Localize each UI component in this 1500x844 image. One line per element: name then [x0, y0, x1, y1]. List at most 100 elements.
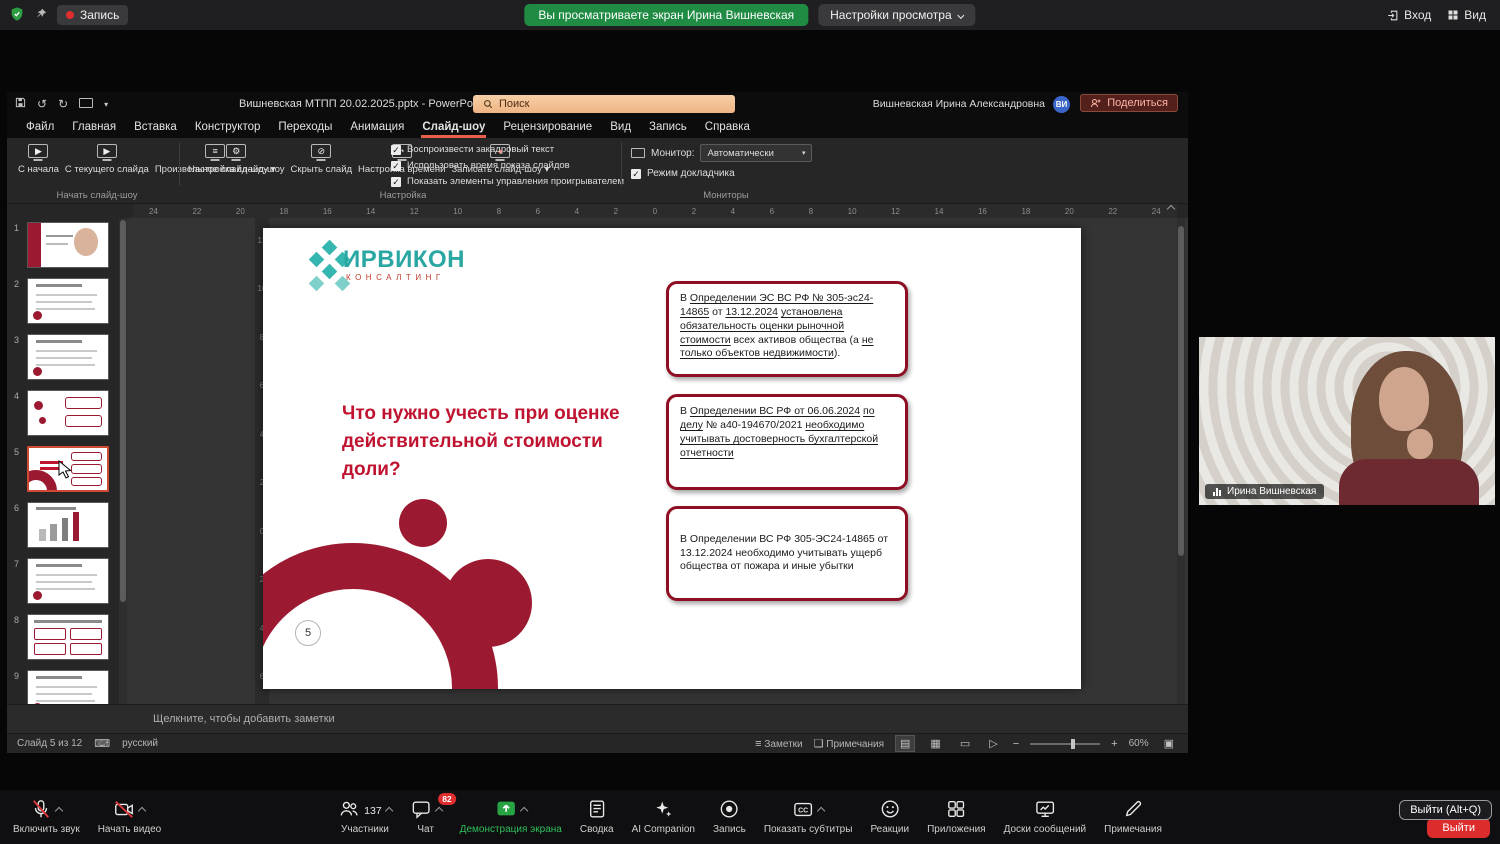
tab-Вид[interactable]: Вид: [601, 117, 640, 138]
redo-icon[interactable]: ↻: [58, 97, 68, 111]
keyboard-icon[interactable]: ⌨: [94, 737, 110, 750]
chevron-up-icon[interactable]: [55, 806, 63, 814]
normal-view-button[interactable]: ▤: [895, 735, 915, 752]
slide-thumbnail-4[interactable]: 4: [27, 390, 109, 436]
account-info[interactable]: Вишневская Ирина Александровна ВИ: [873, 92, 1070, 116]
zoom-in-icon[interactable]: +: [1111, 738, 1117, 750]
toolbar-record[interactable]: Запись: [706, 796, 753, 838]
toolbar-ai-sparkle[interactable]: AI Companion: [625, 796, 702, 838]
toolbar-reactions[interactable]: Реакции: [863, 796, 916, 838]
toolbar-whiteboard[interactable]: Доски сообщений: [997, 796, 1094, 838]
toolbar-chat[interactable]: 82Чат: [403, 796, 449, 838]
recording-indicator[interactable]: Запись: [57, 5, 128, 25]
tab-Файл[interactable]: Файл: [17, 117, 63, 138]
toolbar-annotate[interactable]: Примечания: [1097, 796, 1169, 838]
tab-Слайд-шоу[interactable]: Слайд-шоу: [413, 117, 494, 138]
toolbar-mic-off[interactable]: Включить звук: [6, 796, 87, 838]
chevron-up-icon[interactable]: [434, 806, 442, 814]
summary-icon-row: [586, 799, 608, 822]
slide-thumbnail-6[interactable]: 6: [27, 502, 109, 548]
tab-Рецензирование[interactable]: Рецензирование: [494, 117, 601, 138]
chevron-up-icon[interactable]: [384, 806, 392, 814]
toolbar-label: Доски сообщений: [1004, 824, 1087, 835]
search-box[interactable]: Поиск: [473, 95, 735, 113]
ribbon-button-hide-slide[interactable]: ⊘Скрыть слайд: [288, 140, 356, 176]
ribbon-checkbox-2[interactable]: ✓Показать элементы управления проигрыват…: [391, 176, 624, 187]
slide-thumbnail-9[interactable]: 9: [27, 670, 109, 704]
save-icon[interactable]: [15, 97, 26, 111]
share-button[interactable]: Поделиться: [1080, 94, 1178, 112]
zoom-slider[interactable]: [1030, 743, 1100, 745]
summary-icon: [586, 798, 608, 823]
chevron-up-icon[interactable]: [138, 806, 146, 814]
tab-Главная[interactable]: Главная: [63, 117, 125, 138]
comments-toggle[interactable]: ❏ Примечания: [814, 737, 884, 750]
monitor-select[interactable]: Автоматически ▾: [700, 144, 812, 162]
reading-view-button[interactable]: ▭: [956, 736, 974, 751]
record-icon: [718, 798, 740, 823]
tab-Переходы[interactable]: Переходы: [269, 117, 341, 138]
toolbar-captions[interactable]: CCПоказать субтитры: [757, 796, 860, 838]
thumbnail-preview: [27, 278, 109, 324]
login-button[interactable]: Вход: [1386, 8, 1431, 22]
notes-pane[interactable]: Щелкните, чтобы добавить заметки: [7, 704, 1188, 733]
language-indicator[interactable]: русский: [122, 738, 158, 749]
slide-thumbnail-8[interactable]: 8: [27, 614, 109, 660]
thumbnail-scrollbar[interactable]: [119, 218, 127, 704]
slide-sorter-view-button[interactable]: ▦: [926, 736, 944, 751]
vertical-scrollbar[interactable]: [1177, 218, 1185, 704]
slide-textbox-1[interactable]: В Определении ЭС ВС РФ № 305-эс24-14865 …: [666, 281, 908, 377]
toolbar-label: Сводка: [580, 824, 614, 835]
view-settings-dropdown[interactable]: Настройки просмотра: [818, 4, 976, 26]
slide-editor[interactable]: 5 И: [263, 228, 1081, 689]
pin-icon[interactable]: [34, 7, 48, 24]
share-person-icon: [1090, 97, 1102, 109]
slide-thumbnail-2[interactable]: 2: [27, 278, 109, 324]
ribbon-button-play-from-start[interactable]: ▶С начала: [15, 140, 62, 176]
slideshow-qat-icon[interactable]: [79, 97, 93, 111]
workspace: 12345678910 121086420246 5: [7, 218, 1188, 704]
notes-toggle[interactable]: ≡ Заметки: [755, 738, 802, 750]
qat-customize-icon[interactable]: ▾: [104, 100, 108, 109]
ruler-number: 8: [809, 207, 813, 216]
view-button[interactable]: Вид: [1447, 8, 1486, 22]
tab-Конструктор[interactable]: Конструктор: [186, 117, 270, 138]
ribbon-button-setup-gear[interactable]: ⚙Настройка слайд-шоу: [185, 140, 288, 176]
toolbar-apps[interactable]: Приложения: [920, 796, 993, 838]
login-icon: [1386, 9, 1399, 22]
zoom-level[interactable]: 60%: [1129, 738, 1149, 749]
ruler-number: 12: [891, 207, 900, 216]
presenter-view-checkbox[interactable]: ✓ Режим докладчика: [631, 168, 812, 179]
thumbnail-number: 6: [14, 503, 19, 513]
toolbar-participants[interactable]: 137Участники: [331, 796, 399, 838]
toolbar-summary[interactable]: Сводка: [573, 796, 621, 838]
undo-icon[interactable]: ↺: [37, 97, 47, 111]
slide-thumbnail-1[interactable]: 1: [27, 222, 109, 268]
apps-icon-row: [945, 799, 967, 822]
leave-button[interactable]: Выйти: [1427, 818, 1490, 838]
toolbar-video-off[interactable]: Начать видео: [91, 796, 169, 838]
slide-textbox-2[interactable]: В Определении ВС РФ от 06.06.2024 по дел…: [666, 394, 908, 490]
ruler-number: 12: [410, 207, 419, 216]
zoom-out-icon[interactable]: −: [1013, 738, 1019, 750]
horizontal-ruler[interactable]: 2422201816141210864202468101214161820222…: [133, 204, 1177, 218]
tab-Вставка[interactable]: Вставка: [125, 117, 186, 138]
tab-Запись[interactable]: Запись: [640, 117, 696, 138]
toolbar-share-screen[interactable]: Демонстрация экрана: [453, 796, 569, 838]
participant-video-tile[interactable]: Ирина Вишневская: [1199, 337, 1495, 505]
chat-icon-row: 82: [410, 799, 442, 822]
security-shield-icon[interactable]: [9, 6, 25, 25]
chevron-up-icon[interactable]: [520, 806, 528, 814]
chevron-up-icon[interactable]: [817, 806, 825, 814]
slideshow-view-button[interactable]: ▷: [985, 736, 1001, 751]
tab-Анимация[interactable]: Анимация: [341, 117, 413, 138]
ribbon-button-play-from-current[interactable]: ▶С текущего слайда: [62, 140, 152, 176]
slide-thumbnail-7[interactable]: 7: [27, 558, 109, 604]
ribbon-checkbox-1[interactable]: ✓Использовать время показа слайдов: [391, 160, 624, 171]
tab-Справка[interactable]: Справка: [696, 117, 759, 138]
fit-to-window-icon[interactable]: ▣: [1160, 736, 1178, 751]
slide-textbox-3[interactable]: В Определении ВС РФ 305-ЭС24-14865 от 13…: [666, 506, 908, 601]
slide-thumbnail-3[interactable]: 3: [27, 334, 109, 380]
zoom-toolbar: Включить звукНачать видео 137Участники82…: [0, 790, 1500, 844]
ribbon-checkbox-0[interactable]: ✓Воспроизвести закадровый текст: [391, 144, 624, 155]
